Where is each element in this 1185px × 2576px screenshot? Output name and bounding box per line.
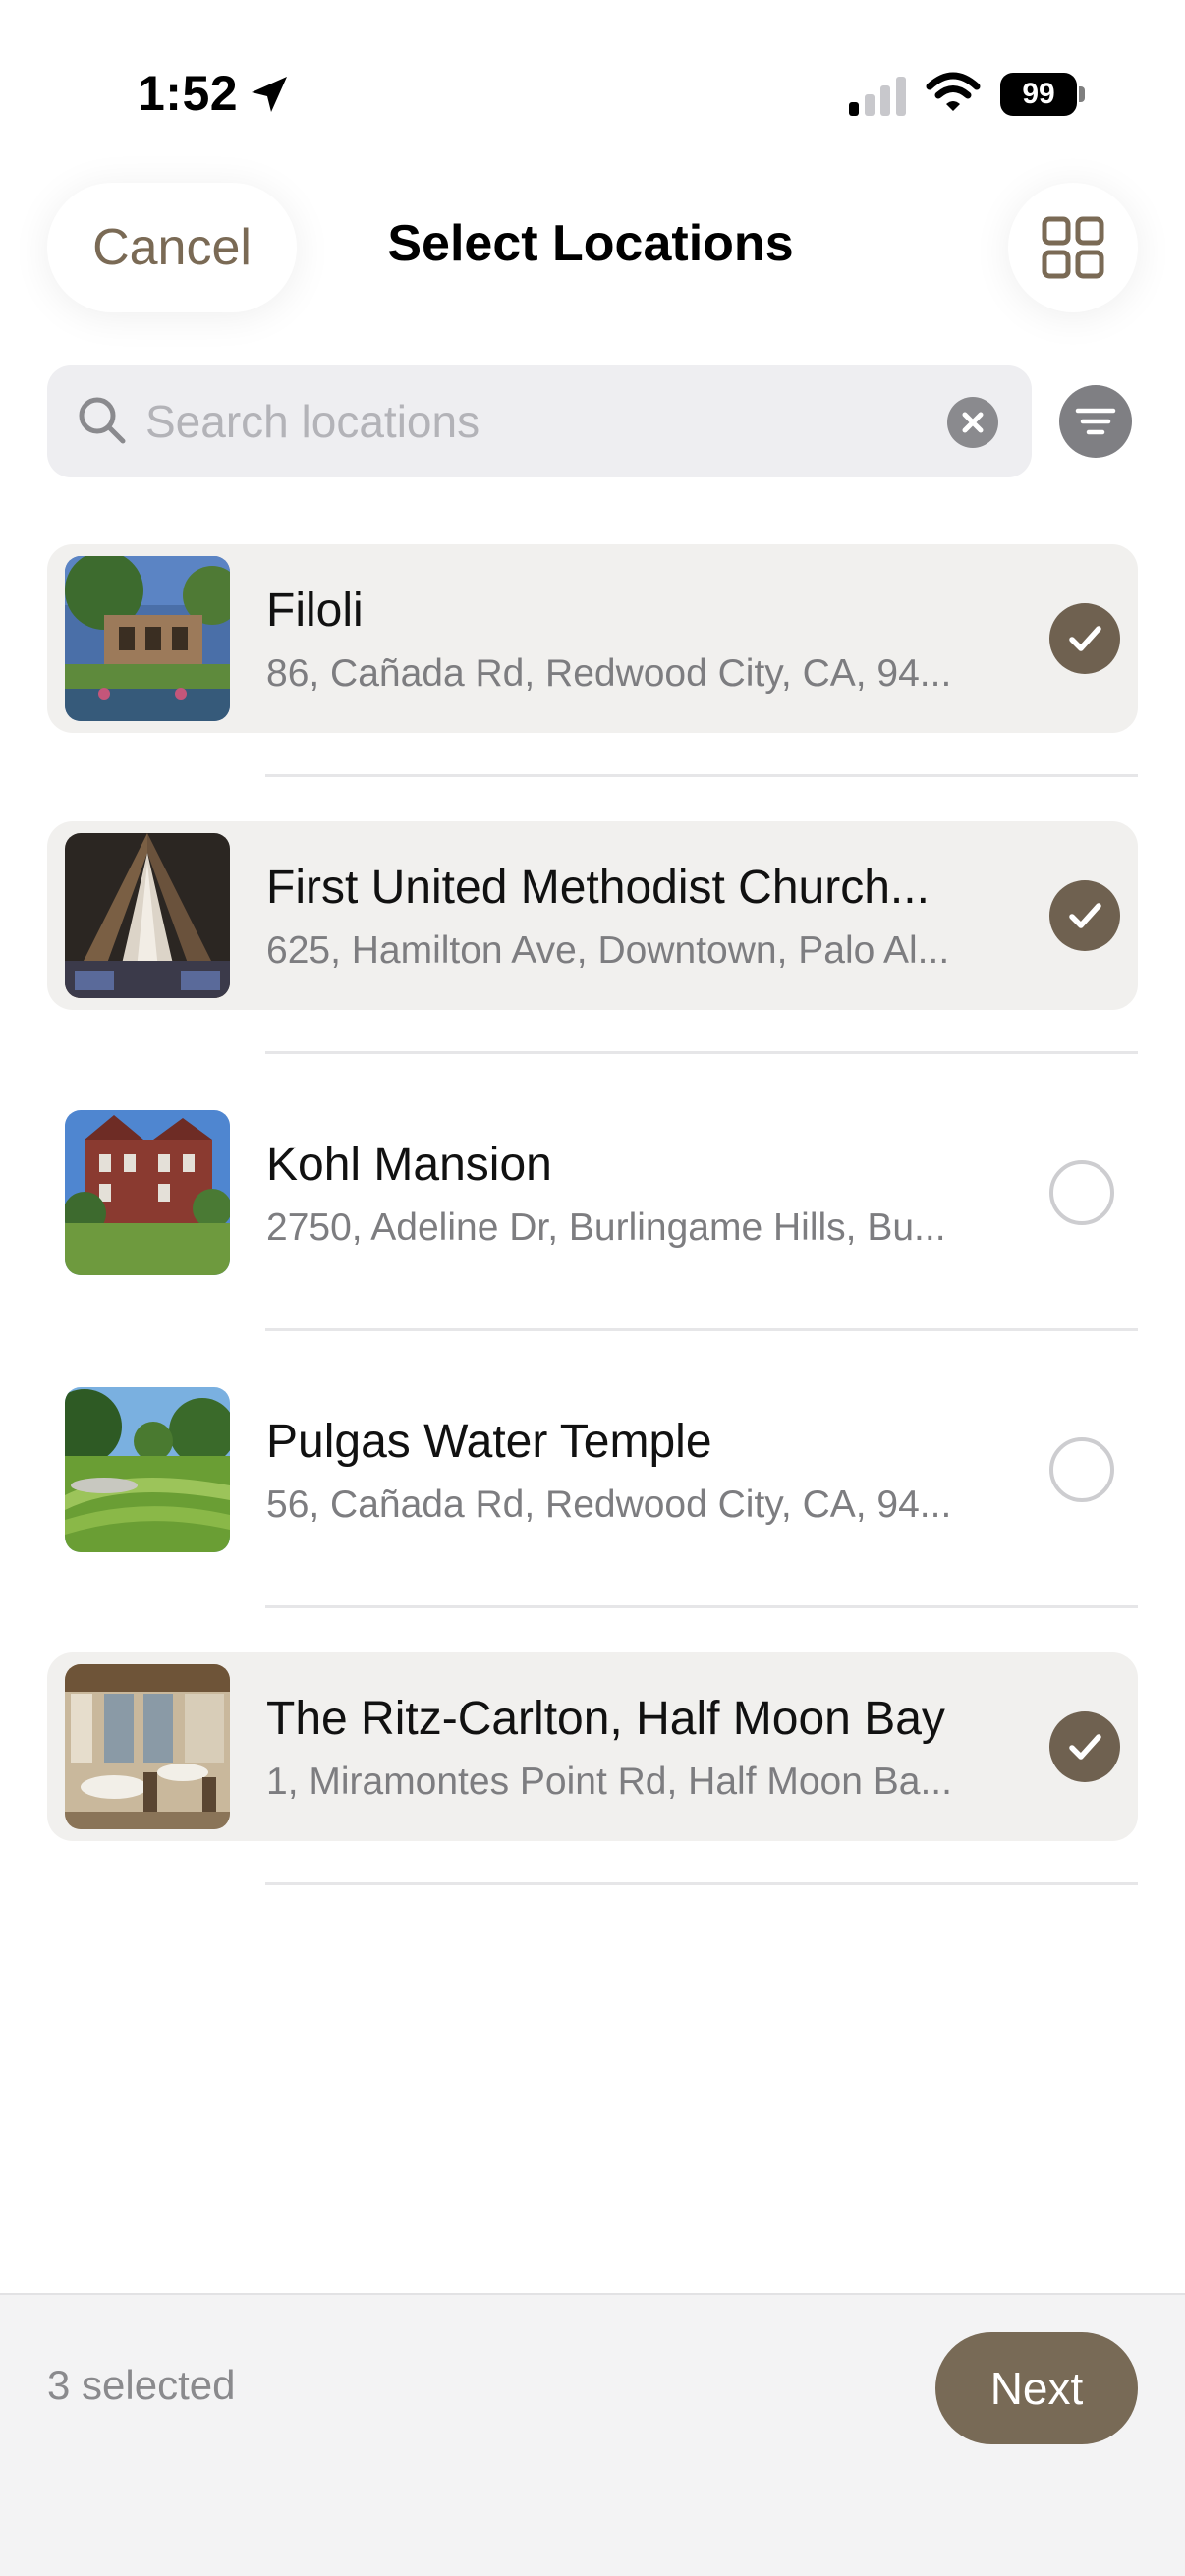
page-title-text: Select Locations	[387, 215, 794, 272]
location-name: First United Methodist Church...	[266, 862, 930, 914]
battery-level: 99	[1022, 78, 1055, 110]
divider	[265, 1328, 1138, 1331]
location-address: 56, Cañada Rd, Redwood City, CA, 94...	[266, 1484, 952, 1526]
location-name: The Ritz-Carlton, Half Moon Bay	[266, 1693, 945, 1745]
divider	[265, 774, 1138, 777]
grid-view-icon	[1042, 216, 1104, 279]
divider	[265, 1882, 1138, 1885]
location-name: Filoli	[266, 585, 364, 637]
search-bar	[47, 365, 1032, 477]
location-name: Pulgas Water Temple	[266, 1416, 712, 1468]
wifi-icon	[926, 72, 981, 111]
location-arrow-icon	[252, 77, 287, 112]
selection-checkbox[interactable]	[1049, 880, 1120, 951]
location-name: Kohl Mansion	[266, 1139, 552, 1191]
selected-count: 3 selected	[47, 2362, 236, 2408]
search-input[interactable]	[145, 365, 971, 477]
location-address: 2750, Adeline Dr, Burlingame Hills, Bu..…	[266, 1206, 946, 1249]
selection-checkbox[interactable]	[1049, 1711, 1120, 1782]
footer-bar: 3 selected Next	[0, 2293, 1185, 2576]
selection-checkbox[interactable]	[1049, 603, 1120, 674]
location-row-pulgas-water-temple[interactable]: Pulgas Water Temple 56, Cañada Rd, Redwo…	[47, 1375, 1138, 1564]
location-thumbnail	[65, 1664, 230, 1829]
location-row-filoli[interactable]: Filoli 86, Cañada Rd, Redwood City, CA, …	[47, 544, 1138, 733]
location-thumbnail	[65, 833, 230, 998]
selection-checkbox[interactable]	[1049, 1160, 1114, 1225]
divider	[265, 1051, 1138, 1054]
checkmark-icon	[1069, 626, 1101, 651]
checkmark-icon	[1069, 1734, 1101, 1760]
location-row-ritz-carlton[interactable]: The Ritz-Carlton, Half Moon Bay 1, Miram…	[47, 1652, 1138, 1841]
location-row-kohl-mansion[interactable]: Kohl Mansion 2750, Adeline Dr, Burlingam…	[47, 1098, 1138, 1287]
location-thumbnail	[65, 1110, 230, 1275]
battery-icon: 99	[1000, 73, 1085, 116]
location-address: 625, Hamilton Ave, Downtown, Palo Al...	[266, 929, 950, 972]
location-row-first-united-methodist[interactable]: First United Methodist Church... 625, Ha…	[47, 821, 1138, 1010]
selection-checkbox[interactable]	[1049, 1437, 1114, 1502]
filter-button[interactable]	[1059, 385, 1132, 458]
signal-icon	[849, 77, 906, 116]
checkmark-icon	[1069, 903, 1101, 928]
location-thumbnail	[65, 1387, 230, 1552]
location-address: 1, Miramontes Point Rd, Half Moon Ba...	[266, 1761, 952, 1803]
status-bar: 1:52 99	[0, 0, 1185, 187]
next-button[interactable]: Next	[935, 2332, 1138, 2444]
filter-icon	[1075, 408, 1116, 435]
location-address: 86, Cañada Rd, Redwood City, CA, 94...	[266, 652, 952, 695]
grid-view-button[interactable]	[1008, 183, 1138, 312]
clear-search-button[interactable]	[947, 397, 998, 448]
clear-icon	[962, 412, 984, 433]
status-time: 1:52	[138, 66, 239, 121]
search-icon	[79, 397, 126, 444]
divider	[265, 1605, 1138, 1608]
location-thumbnail	[65, 556, 230, 721]
